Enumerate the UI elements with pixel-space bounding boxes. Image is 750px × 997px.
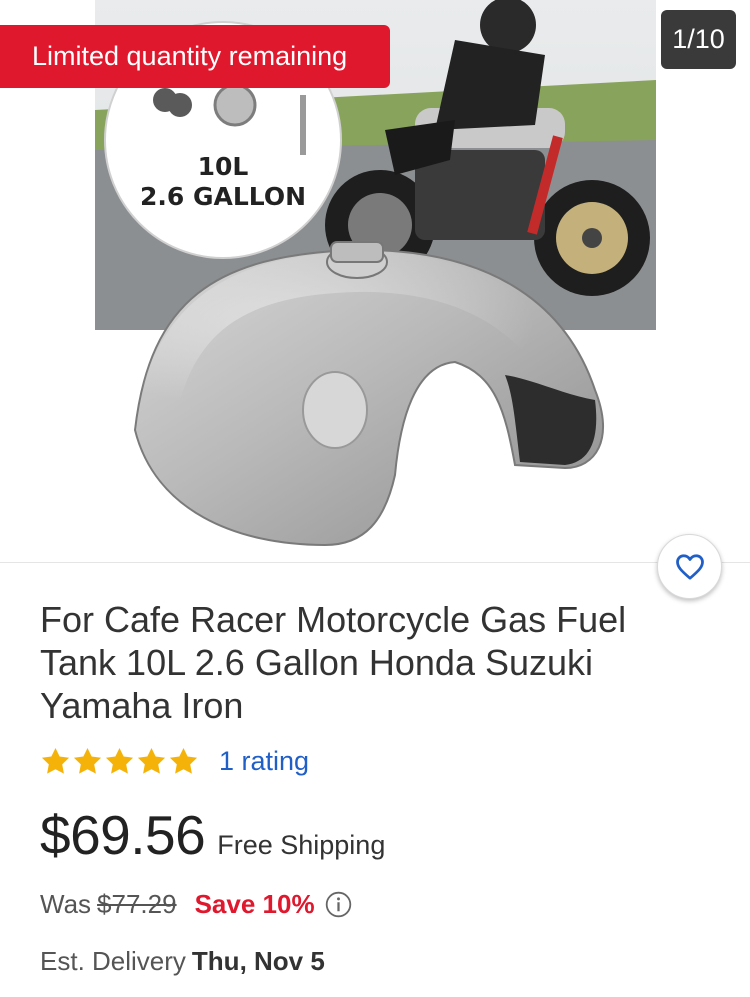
star-icon (169, 747, 198, 774)
star-icon (105, 747, 134, 774)
watch-button[interactable] (657, 534, 722, 599)
callout-capacity: 10L (198, 152, 249, 181)
gallery-divider (0, 562, 750, 563)
delivery-label: Est. Delivery (40, 946, 186, 976)
callout-gallons: 2.6 GALLON (140, 182, 306, 211)
shipping-label: Free Shipping (217, 830, 386, 860)
delivery-date: Thu, Nov 5 (191, 946, 325, 976)
star-icon (73, 747, 102, 774)
discount-row: Was $77.29 Save 10% (40, 886, 352, 922)
info-icon[interactable] (325, 891, 352, 918)
price-row: $69.56 Free Shipping (40, 803, 385, 867)
original-price: $77.29 (97, 888, 177, 919)
star-icon (137, 747, 166, 774)
delivery-estimate: Est. Delivery Thu, Nov 5 (40, 946, 325, 977)
savings-label: Save 10% (194, 888, 315, 919)
current-price: $69.56 (40, 804, 206, 866)
product-title: For Cafe Racer Motorcycle Gas Fuel Tank … (40, 599, 627, 726)
star-rating (40, 746, 199, 777)
rating-row[interactable]: 1 rating (40, 742, 309, 780)
heart-icon (675, 553, 704, 580)
image-counter: 1/10 (661, 10, 736, 69)
was-label: Was (40, 888, 92, 919)
limited-quantity-badge: Limited quantity remaining (0, 25, 390, 88)
rating-count-link[interactable]: 1 rating (219, 746, 309, 777)
star-icon (41, 747, 70, 774)
